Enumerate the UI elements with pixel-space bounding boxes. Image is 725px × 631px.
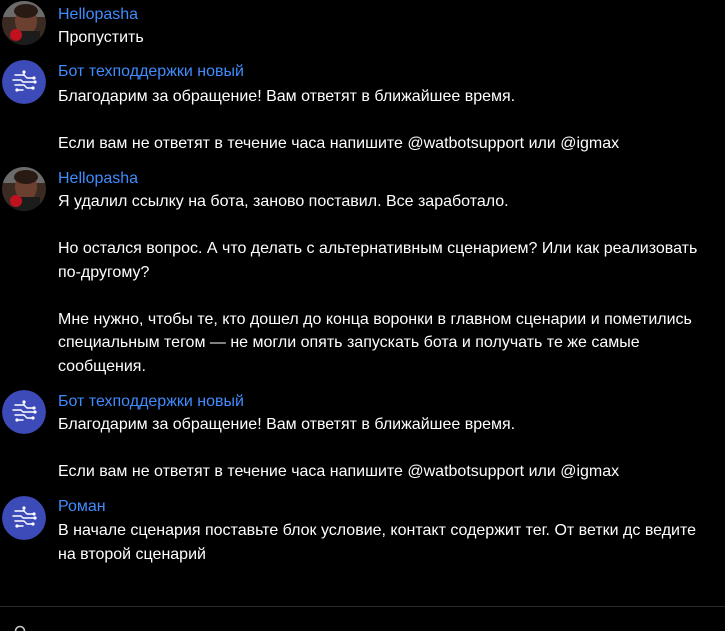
- message-paragraph: Благодарим за обращение! Вам ответят в б…: [58, 88, 516, 105]
- message-text: Я удалил ссылку на бота, заново поставил…: [58, 190, 718, 378]
- chat-message: Бот техподдержки новый Благодарим за обр…: [0, 388, 725, 488]
- circuit-brain-icon: [2, 390, 46, 434]
- message-author[interactable]: Роман: [58, 497, 106, 517]
- bot-avatar[interactable]: [2, 496, 46, 540]
- message-author[interactable]: Бот техподдержки новый: [58, 392, 244, 412]
- message-text: В начале сценария поставьте блок условие…: [58, 519, 718, 566]
- message-text: Пропустить: [58, 26, 718, 50]
- circuit-brain-icon: [2, 60, 46, 104]
- message-paragraph: Если вам не ответят в течение часа напиш…: [58, 135, 620, 152]
- message-paragraph: Я удалил ссылку на бота, заново поставил…: [58, 193, 509, 210]
- user-avatar[interactable]: [2, 1, 46, 45]
- chat-message: Hellopasha Пропустить: [0, 0, 725, 50]
- message-author[interactable]: Бот техподдержки новый: [58, 62, 244, 82]
- message-paragraph: Благодарим за обращение! Вам ответят в б…: [58, 416, 516, 433]
- chat-message: Hellopasha Я удалил ссылку на бота, зано…: [0, 165, 725, 380]
- message-author[interactable]: Hellopasha: [58, 169, 138, 189]
- message-text: Благодарим за обращение! Вам ответят в б…: [58, 413, 718, 484]
- composer-bar[interactable]: [0, 606, 725, 631]
- message-author[interactable]: Hellopasha: [58, 5, 138, 25]
- message-paragraph: Мне нужно, чтобы те, кто дошел до конца …: [58, 310, 692, 375]
- message-paragraph: Пропустить: [58, 29, 144, 46]
- chat-message-list: Hellopasha Пропустить Бот техподдержки н…: [0, 0, 725, 605]
- message-text: Благодарим за обращение! Вам ответят в б…: [58, 85, 718, 156]
- circuit-brain-icon: [2, 496, 46, 540]
- message-paragraph: Но остался вопрос. А что делать с альтер…: [58, 240, 698, 281]
- search-icon[interactable]: [14, 625, 28, 631]
- bot-avatar[interactable]: [2, 60, 46, 104]
- message-paragraph: Если вам не ответят в течение часа напиш…: [58, 463, 620, 480]
- chat-message: Роман В начале сценария поставьте блок у…: [0, 494, 725, 574]
- bot-avatar[interactable]: [2, 390, 46, 434]
- user-avatar[interactable]: [2, 167, 46, 211]
- chat-message: Бот техподдержки новый Благодарим за обр…: [0, 58, 725, 158]
- message-paragraph: В начале сценария поставьте блок условие…: [58, 522, 697, 563]
